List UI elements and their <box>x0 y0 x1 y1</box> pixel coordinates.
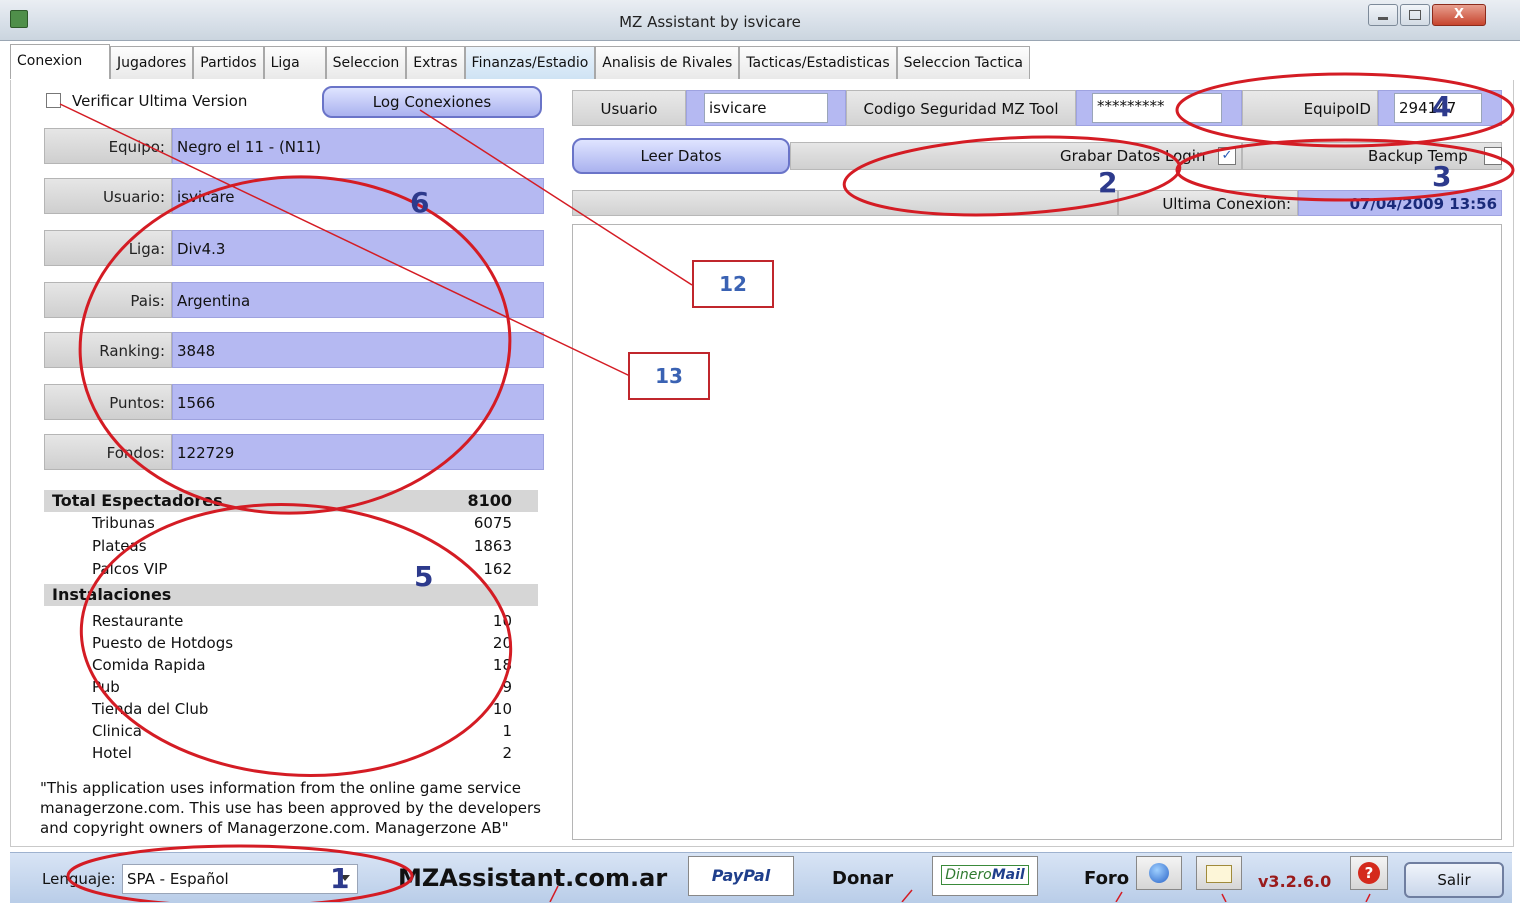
annotation-number-6: 6 <box>410 186 430 219</box>
field-label-5: Puntos: <box>44 384 172 420</box>
title-bar: MZ Assistant by isvicare X <box>0 0 1520 41</box>
total-espectadores-header: Total Espectadores 8100 <box>44 490 538 512</box>
tab-analisis-rivales[interactable]: Analisis de Rivales <box>595 46 740 79</box>
field-label-2: Liga: <box>44 230 172 266</box>
globe-icon[interactable] <box>1136 856 1182 890</box>
field-value-5: 1566 <box>172 384 544 420</box>
maximize-icon[interactable] <box>1400 4 1430 26</box>
field-label-6: Fondos: <box>44 434 172 470</box>
dineromail-button[interactable]: DineroMail <box>932 856 1038 896</box>
field-label-0: Equipo: <box>44 128 172 164</box>
stat-row-label: Restaurante <box>92 612 184 630</box>
log-output-area[interactable] <box>572 224 1502 840</box>
tab-extras[interactable]: Extras <box>406 46 465 79</box>
stat-row-label: Clinica <box>92 722 142 740</box>
stat-row-value: 10 <box>492 700 512 718</box>
annotation-number-1: 1 <box>330 862 350 895</box>
minimize-icon[interactable] <box>1368 4 1398 26</box>
verify-version-checkbox[interactable] <box>46 93 61 108</box>
mail-icon[interactable] <box>1196 856 1242 890</box>
donar-label: Donar <box>832 868 894 889</box>
progress-bar <box>572 190 1118 216</box>
field-label-4: Ranking: <box>44 332 172 368</box>
annotation-number-3: 3 <box>1432 160 1452 193</box>
stat-row-label: Puesto de Hotdogs <box>92 634 234 652</box>
backup-temp-checkbox[interactable] <box>1484 147 1502 165</box>
annotation-box-13: 13 <box>628 352 710 400</box>
stat-row-value: 162 <box>483 560 512 578</box>
stat-row-value: 20 <box>492 634 512 652</box>
stat-row-label: Plateas <box>92 537 147 555</box>
annotation-number-2: 2 <box>1098 166 1118 199</box>
salir-button[interactable]: Salir <box>1404 862 1504 898</box>
instalaciones-header: Instalaciones <box>44 584 538 606</box>
stat-row-value: 1 <box>502 722 512 740</box>
tab-conexion[interactable]: Conexion <box>10 44 110 79</box>
dineromail-logo: DineroMail <box>941 865 1029 885</box>
verify-version-label: Verificar Ultima Version <box>72 92 248 110</box>
language-select[interactable]: SPA - Español <box>122 864 358 894</box>
tab-strip: Conexion Jugadores Partidos Liga Selecci… <box>10 44 1031 80</box>
foro-label[interactable]: Foro <box>1084 868 1129 889</box>
stat-row-label: Tribunas <box>92 514 155 532</box>
annotation-number-4: 4 <box>1432 90 1452 123</box>
stat-row-label: Comida Rapida <box>92 656 206 674</box>
field-label-3: Pais: <box>44 282 172 318</box>
stat-row-value: 18 <box>492 656 512 674</box>
field-label-1: Usuario: <box>44 178 172 214</box>
field-value-4: 3848 <box>172 332 544 368</box>
total-espectadores-label: Total Espectadores <box>52 491 223 510</box>
paypal-logo: PayPal <box>711 866 771 885</box>
leer-datos-button[interactable]: Leer Datos <box>572 138 790 174</box>
grabar-datos-label: Grabar Datos Login <box>1060 147 1206 165</box>
tab-jugadores[interactable]: Jugadores <box>110 46 194 79</box>
tab-tacticas-estadisticas[interactable]: Tacticas/Estadisticas <box>739 46 897 79</box>
help-icon[interactable]: ? <box>1350 856 1388 890</box>
field-value-0: Negro el 11 - (N11) <box>172 128 544 164</box>
stat-row-label: Hotel <box>92 744 132 762</box>
codigo-seguridad-input[interactable]: ********* <box>1092 93 1222 123</box>
stat-row-label: Palcos VIP <box>92 560 168 578</box>
disclaimer-text: "This application uses information from … <box>40 779 541 837</box>
field-value-3: Argentina <box>172 282 544 318</box>
close-icon[interactable]: X <box>1432 4 1486 26</box>
stat-row-label: Pub <box>92 678 120 696</box>
annotation-box-12: 12 <box>692 260 774 308</box>
stat-row-label: Tienda del Club <box>92 700 209 718</box>
ultima-conexion-value: 07/04/2009 13:56 <box>1298 190 1502 216</box>
lenguaje-label: Lenguaje: <box>42 870 116 888</box>
site-link[interactable]: MZAssistant.com.ar <box>398 864 667 892</box>
log-conexiones-button[interactable]: Log Conexiones <box>322 86 542 118</box>
annotation-number-5: 5 <box>414 560 434 593</box>
field-value-6: 122729 <box>172 434 544 470</box>
tab-liga[interactable]: Liga <box>263 46 326 79</box>
tab-seleccion-tactica[interactable]: Seleccion Tactica <box>896 46 1031 79</box>
window-title: MZ Assistant by isvicare <box>619 13 801 31</box>
paypal-button[interactable]: PayPal <box>688 856 794 896</box>
codigo-seguridad-label: Codigo Seguridad MZ Tool <box>846 90 1076 126</box>
field-value-1: isvicare <box>172 178 544 214</box>
stat-row-value: 2 <box>502 744 512 762</box>
stat-row-value: 9 <box>502 678 512 696</box>
backup-temp-label: Backup Temp <box>1368 147 1468 165</box>
grabar-datos-checkbox[interactable]: ✓ <box>1218 147 1236 165</box>
tab-seleccion[interactable]: Seleccion <box>325 46 407 79</box>
tab-partidos[interactable]: Partidos <box>193 46 264 79</box>
field-value-2: Div4.3 <box>172 230 544 266</box>
stat-row-value: 6075 <box>473 514 512 532</box>
total-espectadores-value: 8100 <box>467 491 512 510</box>
usuario-input[interactable]: isvicare <box>704 93 828 123</box>
stat-row-value: 10 <box>492 612 512 630</box>
tab-finanzas-estadio[interactable]: Finanzas/Estadio <box>464 46 596 79</box>
equipoid-label: EquipoID <box>1242 90 1378 126</box>
version-label: v3.2.6.0 <box>1258 872 1332 891</box>
stat-row-value: 1863 <box>473 537 512 555</box>
usuario-label: Usuario <box>572 90 686 126</box>
ultima-conexion-label: Ultima Conexion: <box>1118 190 1298 216</box>
